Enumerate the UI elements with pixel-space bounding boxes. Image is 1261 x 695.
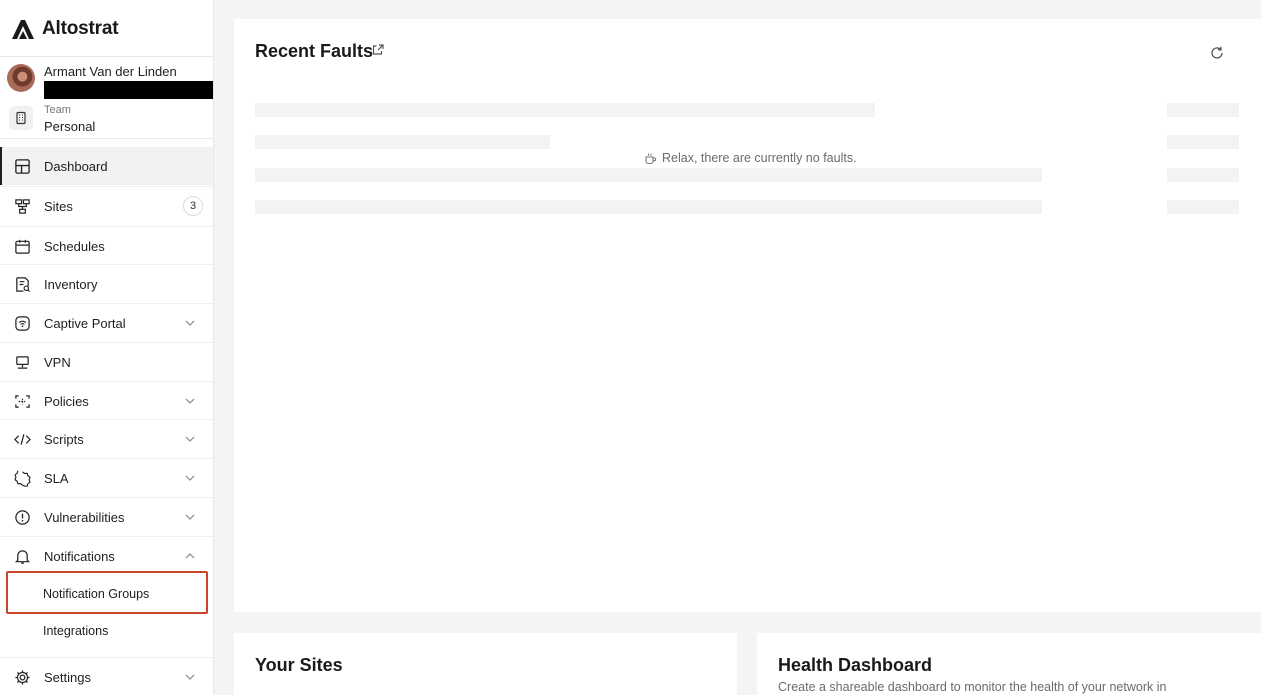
brand-name: Altostrat	[42, 18, 119, 39]
empty-state: Relax, there are currently no faults.	[644, 151, 857, 165]
team-name: Personal	[44, 119, 96, 134]
policies-icon	[13, 392, 31, 410]
sidebar-item-label: Policies	[44, 393, 89, 409]
chevron-up-icon[interactable]	[184, 550, 196, 562]
gear-icon	[13, 668, 31, 686]
skeleton-row	[255, 135, 550, 149]
skeleton-row	[255, 103, 875, 117]
sidebar-item-label: VPN	[44, 354, 71, 370]
sidebar-item-inventory[interactable]: Inventory	[0, 265, 213, 303]
health-dashboard-panel: Health Dashboard Create a shareable dash…	[757, 633, 1261, 695]
sidebar-item-label: Schedules	[44, 238, 105, 254]
sidebar-item-label: Dashboard	[44, 158, 108, 174]
user-name: Armant Van der Linden	[44, 64, 177, 79]
panel-title: Health Dashboard	[778, 655, 933, 675]
recent-faults-panel: Recent Faults Relax, there are currently…	[234, 19, 1261, 612]
sidebar-item-label: Scripts	[44, 431, 84, 447]
skeleton-row	[255, 200, 1042, 214]
building-icon	[9, 106, 33, 130]
skeleton-row	[1167, 135, 1239, 149]
sidebar-item-vpn[interactable]: VPN	[0, 343, 213, 381]
altostrat-logo-icon	[12, 20, 34, 39]
vpn-icon	[13, 353, 31, 371]
sidebar-item-schedules[interactable]: Schedules	[0, 227, 213, 265]
dashboard-icon	[13, 157, 31, 175]
sidebar: Altostrat Armant Van der Linden Team Per…	[0, 0, 214, 695]
captive-portal-icon	[13, 314, 31, 332]
divider	[0, 56, 214, 57]
chevron-down-icon[interactable]	[184, 433, 196, 445]
chevron-down-icon[interactable]	[184, 472, 196, 484]
sidebar-item-captive-portal[interactable]: Captive Portal	[0, 304, 213, 342]
inventory-icon	[13, 275, 31, 293]
chevron-down-icon[interactable]	[184, 671, 196, 683]
calendar-icon	[13, 237, 31, 255]
avatar	[7, 64, 35, 92]
user-profile[interactable]: Armant Van der Linden	[7, 63, 213, 99]
sidebar-item-label: Notifications	[44, 548, 115, 564]
sidebar-item-vulnerabilities[interactable]: Vulnerabilities	[0, 498, 213, 536]
refresh-icon[interactable]	[1209, 45, 1225, 61]
sidebar-item-policies[interactable]: Policies	[0, 382, 213, 420]
sidebar-item-sites[interactable]: Sites 3	[0, 187, 213, 225]
chevron-down-icon[interactable]	[184, 395, 196, 407]
your-sites-panel: Your Sites	[234, 633, 737, 695]
chevron-down-icon[interactable]	[184, 317, 196, 329]
sites-count-badge: 3	[183, 196, 203, 216]
alert-circle-icon	[13, 508, 31, 526]
team-label: Team	[44, 104, 71, 116]
panel-description: Create a shareable dashboard to monitor …	[778, 680, 1167, 694]
sidebar-item-label: SLA	[44, 470, 69, 486]
sidebar-item-sla[interactable]: SLA	[0, 459, 213, 497]
panel-title: Recent Faults	[255, 41, 374, 61]
bell-icon	[13, 547, 31, 565]
subnav-item-integrations[interactable]: Integrations	[43, 624, 108, 638]
divider	[0, 138, 214, 139]
panel-title: Your Sites	[255, 655, 343, 675]
skeleton-row	[1167, 200, 1239, 214]
sidebar-item-label: Vulnerabilities	[44, 509, 125, 525]
skeleton-row	[1167, 103, 1239, 117]
sidebar-item-label: Settings	[44, 669, 91, 685]
skeleton-row	[255, 168, 1042, 182]
sidebar-item-notifications[interactable]: Notifications	[0, 537, 213, 575]
sidebar-item-label: Sites	[44, 198, 73, 214]
empty-state-text: Relax, there are currently no faults.	[662, 151, 857, 165]
subnav-item-notification-groups[interactable]: Notification Groups	[43, 587, 149, 601]
brand-logo[interactable]: Altostrat	[10, 17, 119, 41]
chevron-down-icon[interactable]	[184, 511, 196, 523]
coffee-icon	[645, 152, 657, 164]
sla-icon	[13, 469, 31, 487]
code-icon	[13, 430, 31, 448]
sidebar-item-label: Inventory	[44, 276, 98, 292]
sites-icon	[13, 197, 31, 215]
sidebar-item-scripts[interactable]: Scripts	[0, 420, 213, 458]
skeleton-row	[1167, 168, 1239, 182]
sidebar-item-dashboard[interactable]: Dashboard	[0, 147, 213, 185]
team-switcher[interactable]: Team Personal	[7, 103, 213, 135]
sidebar-item-settings[interactable]: Settings	[0, 658, 213, 695]
external-link-icon[interactable]	[372, 43, 385, 56]
sidebar-item-label: Captive Portal	[44, 315, 126, 331]
redacted-email	[44, 81, 213, 99]
